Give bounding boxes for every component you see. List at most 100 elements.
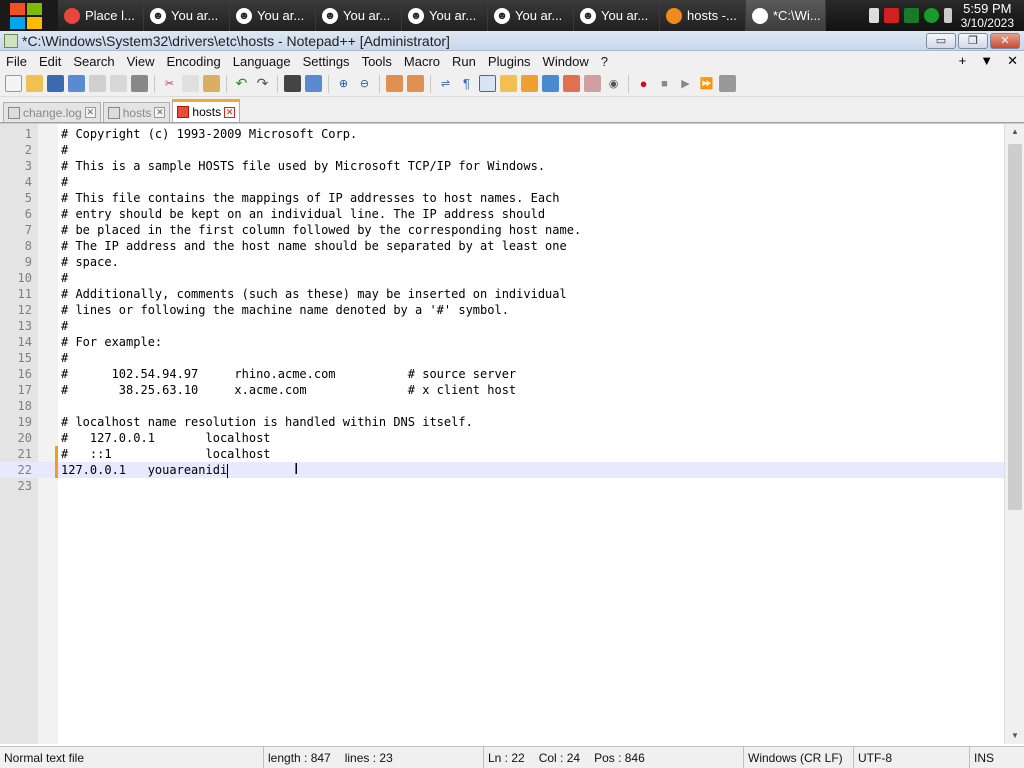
editor-line[interactable]: 15 # bbox=[0, 350, 1004, 366]
sync-horizontal-icon[interactable] bbox=[407, 75, 424, 92]
text-editor[interactable]: 1 # Copyright (c) 1993-2009 Microsoft Cor… bbox=[0, 123, 1024, 745]
editor-line[interactable]: 11 # Additionally, comments (such as thes… bbox=[0, 286, 1004, 302]
tab-hosts[interactable]: hosts ✕ bbox=[102, 102, 171, 122]
line-text[interactable]: # be placed in the first column followed… bbox=[61, 222, 581, 238]
record-macro-icon[interactable]: ● bbox=[635, 75, 652, 92]
undo-icon[interactable]: ↶ bbox=[233, 75, 250, 92]
editor-line[interactable]: 12 # lines or following the machine name … bbox=[0, 302, 1004, 318]
line-text[interactable]: # This is a sample HOSTS file used by Mi… bbox=[61, 158, 545, 174]
battery-icon[interactable] bbox=[943, 8, 952, 23]
save-all-icon[interactable] bbox=[68, 75, 85, 92]
title-bar[interactable]: *C:\Windows\System32\drivers\etc\hosts -… bbox=[0, 31, 1024, 51]
taskbar-button[interactable]: ☻ You ar... bbox=[574, 0, 660, 31]
line-text[interactable]: # localhost name resolution is handled w… bbox=[61, 414, 473, 430]
tray-usb-icon[interactable] bbox=[868, 8, 879, 23]
menu-macro[interactable]: Macro bbox=[398, 54, 446, 69]
taskbar-button[interactable]: ☻ You ar... bbox=[488, 0, 574, 31]
tab-hosts-active[interactable]: hosts ✕ bbox=[172, 99, 241, 122]
line-text[interactable]: # lines or following the machine name de… bbox=[61, 302, 509, 318]
editor-line[interactable]: 13 # bbox=[0, 318, 1004, 334]
stop-macro-icon[interactable]: ■ bbox=[656, 75, 673, 92]
editor-line[interactable]: 9 # space. bbox=[0, 254, 1004, 270]
monitoring-icon[interactable] bbox=[584, 75, 601, 92]
line-text[interactable]: # For example: bbox=[61, 334, 162, 350]
line-text[interactable]: # This file contains the mappings of IP … bbox=[61, 190, 560, 206]
status-eol[interactable]: Windows (CR LF) bbox=[744, 746, 854, 768]
notepadpp-icon[interactable] bbox=[4, 33, 18, 48]
tab-close-icon[interactable]: ✕ bbox=[154, 107, 166, 118]
editor-line[interactable]: 22 127.0.0.1 youareanidi bbox=[0, 462, 1004, 478]
menu-help[interactable]: ? bbox=[595, 54, 614, 69]
network-icon[interactable] bbox=[903, 8, 919, 23]
indent-guide-icon[interactable] bbox=[479, 75, 496, 92]
eye-icon[interactable]: ◉ bbox=[605, 75, 622, 92]
editor-line[interactable]: 21 # ::1 localhost bbox=[0, 446, 1004, 462]
line-text[interactable]: # 38.25.63.10 x.acme.com # x client host bbox=[61, 382, 516, 398]
editor-line[interactable]: 17 # 38.25.63.10 x.acme.com # x client ho… bbox=[0, 382, 1004, 398]
editor-line[interactable]: 6 # entry should be kept on an individual… bbox=[0, 206, 1004, 222]
play-macro-icon[interactable]: ▶ bbox=[677, 75, 694, 92]
sync-vertical-icon[interactable] bbox=[386, 75, 403, 92]
editor-line[interactable]: 18 bbox=[0, 398, 1004, 414]
menu-plugins[interactable]: Plugins bbox=[482, 54, 537, 69]
flag-icon[interactable] bbox=[883, 8, 899, 23]
line-text[interactable]: # bbox=[61, 270, 68, 286]
line-text[interactable]: # bbox=[61, 142, 68, 158]
tab-change-log[interactable]: change.log ✕ bbox=[3, 102, 101, 122]
start-button[interactable] bbox=[0, 0, 58, 31]
taskbar-button[interactable]: ☻ You ar... bbox=[144, 0, 230, 31]
editor-lines[interactable]: 1 # Copyright (c) 1993-2009 Microsoft Cor… bbox=[0, 126, 1004, 494]
editor-line[interactable]: 2 # bbox=[0, 142, 1004, 158]
menu-encoding[interactable]: Encoding bbox=[161, 54, 227, 69]
menu-run[interactable]: Run bbox=[446, 54, 482, 69]
close-file-icon[interactable] bbox=[89, 75, 106, 92]
menu-language[interactable]: Language bbox=[227, 54, 297, 69]
redo-icon[interactable]: ↷ bbox=[254, 75, 271, 92]
word-wrap-icon[interactable]: ⇌ bbox=[437, 75, 454, 92]
editor-line[interactable]: 16 # 102.54.94.97 rhino.acme.com # source… bbox=[0, 366, 1004, 382]
status-mode[interactable]: INS bbox=[970, 747, 998, 768]
line-text[interactable]: # Copyright (c) 1993-2009 Microsoft Corp… bbox=[61, 126, 357, 142]
line-text[interactable]: # bbox=[61, 350, 68, 366]
replace-icon[interactable] bbox=[305, 75, 322, 92]
save-macro-icon[interactable] bbox=[719, 75, 736, 92]
copy-icon[interactable] bbox=[182, 75, 199, 92]
menu-view[interactable]: View bbox=[121, 54, 161, 69]
status-position[interactable]: Ln : 22 Col : 24 Pos : 846 bbox=[484, 746, 744, 768]
menu-window[interactable]: Window bbox=[537, 54, 595, 69]
cut-icon[interactable]: ✂ bbox=[161, 75, 178, 92]
line-text[interactable]: # 127.0.0.1 localhost bbox=[61, 430, 271, 446]
volume-icon[interactable] bbox=[923, 8, 939, 23]
zoom-in-icon[interactable]: ⊕ bbox=[335, 75, 352, 92]
open-file-icon[interactable] bbox=[26, 75, 43, 92]
line-text[interactable]: # bbox=[61, 174, 68, 190]
editor-line[interactable]: 8 # The IP address and the host name shou… bbox=[0, 238, 1004, 254]
run-macro-multiple-icon[interactable]: ⏩ bbox=[698, 75, 715, 92]
editor-line[interactable]: 1 # Copyright (c) 1993-2009 Microsoft Cor… bbox=[0, 126, 1004, 142]
line-text[interactable]: 127.0.0.1 youareanidi bbox=[61, 462, 229, 478]
close-button[interactable]: ✕ bbox=[990, 32, 1020, 49]
editor-line[interactable]: 23 bbox=[0, 478, 1004, 494]
clock[interactable]: 5:59 PM 3/10/2023 bbox=[957, 1, 1018, 30]
line-text[interactable]: # Additionally, comments (such as these)… bbox=[61, 286, 567, 302]
tab-list-icon[interactable]: ▼ bbox=[980, 53, 993, 69]
taskbar-button[interactable]: *C:\Wi... bbox=[746, 0, 826, 31]
taskbar-button[interactable]: ☻ You ar... bbox=[402, 0, 488, 31]
udl-icon[interactable] bbox=[500, 75, 517, 92]
editor-line[interactable]: 14 # For example: bbox=[0, 334, 1004, 350]
editor-line[interactable]: 10 # bbox=[0, 270, 1004, 286]
line-text[interactable]: # 102.54.94.97 rhino.acme.com # source s… bbox=[61, 366, 516, 382]
editor-line[interactable]: 20 # 127.0.0.1 localhost bbox=[0, 430, 1004, 446]
menu-settings[interactable]: Settings bbox=[297, 54, 356, 69]
menu-edit[interactable]: Edit bbox=[33, 54, 67, 69]
tab-close-icon[interactable]: ✕ bbox=[224, 106, 236, 118]
taskbar-button[interactable]: hosts -... bbox=[660, 0, 746, 31]
scroll-thumb[interactable] bbox=[1008, 144, 1022, 510]
line-text[interactable]: # The IP address and the host name shoul… bbox=[61, 238, 567, 254]
line-text[interactable]: # bbox=[61, 318, 68, 334]
status-encoding[interactable]: UTF-8 bbox=[854, 746, 970, 768]
editor-line[interactable]: 5 # This file contains the mappings of IP… bbox=[0, 190, 1004, 206]
scroll-down-icon[interactable]: ▼ bbox=[1005, 728, 1024, 744]
editor-line[interactable]: 3 # This is a sample HOSTS file used by M… bbox=[0, 158, 1004, 174]
menu-file[interactable]: File bbox=[0, 54, 33, 69]
